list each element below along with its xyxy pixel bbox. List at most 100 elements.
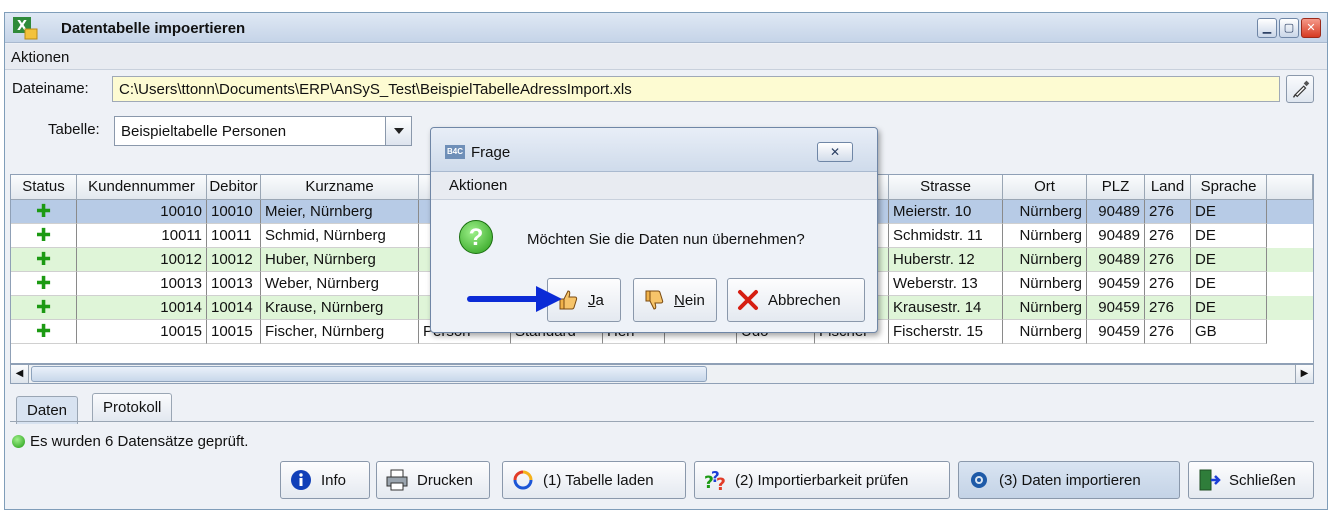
column-header[interactable]: Kundennummer <box>77 175 207 200</box>
column-header[interactable]: Status <box>11 175 77 200</box>
menu-bar: Aktionen <box>5 44 1327 70</box>
question-marks-icon: ? ? ? <box>704 468 726 492</box>
column-header[interactable]: Ort <box>1003 175 1087 200</box>
gear-icon <box>971 472 987 488</box>
app-badge-icon: B4C <box>445 145 465 159</box>
scroll-right-icon[interactable]: ▶ <box>1295 365 1313 383</box>
chevron-down-icon[interactable] <box>385 117 411 145</box>
table-cell: Schmidstr. 11 <box>889 224 1003 248</box>
dialog-title: Frage <box>471 144 511 161</box>
table-cell: DE <box>1191 296 1267 320</box>
table-cell: DE <box>1191 200 1267 224</box>
table-cell: 10013 <box>207 272 261 296</box>
horizontal-scrollbar[interactable]: ◀ ▶ <box>10 364 1314 384</box>
table-cell: 90489 <box>1087 248 1145 272</box>
dialog-menu-aktionen[interactable]: Aktionen <box>449 177 507 194</box>
status-message: Es wurden 6 Datensätze geprüft. <box>30 433 249 450</box>
info-label: Info <box>321 471 347 489</box>
table-cell: Nürnberg <box>1003 248 1087 272</box>
svg-text:?: ? <box>716 475 726 492</box>
filename-label: Dateiname: <box>12 80 89 97</box>
table-cell: 276 <box>1145 200 1191 224</box>
table-cell: 10011 <box>207 224 261 248</box>
thumbs-down-icon <box>645 290 664 310</box>
table-cell: Weberstr. 13 <box>889 272 1003 296</box>
table-cell: 10010 <box>207 200 261 224</box>
table-cell: Nürnberg <box>1003 296 1087 320</box>
dialog-title-bar: B4C Frage ✕ <box>431 128 877 172</box>
close-window-button[interactable]: ✕ <box>1301 18 1321 38</box>
printer-icon <box>386 469 408 491</box>
check-importability-label: (2) Importierbarkeit prüfen <box>735 471 909 489</box>
browse-file-button[interactable] <box>1286 75 1314 103</box>
window-title: Datentabelle impoertieren <box>61 20 246 37</box>
table-cell: 90459 <box>1087 320 1145 344</box>
yes-label: Ja <box>588 292 604 309</box>
column-header[interactable]: PLZ <box>1087 175 1145 200</box>
status-plus-icon: ✚ <box>35 225 52 245</box>
import-data-button[interactable]: (3) Daten importieren <box>958 461 1180 499</box>
status-plus-icon: ✚ <box>35 201 52 221</box>
table-cell: 276 <box>1145 320 1191 344</box>
info-button[interactable]: Info <box>280 461 370 499</box>
table-cell: 10015 <box>207 320 261 344</box>
dialog-question: Möchten Sie die Daten nun übernehmen? <box>527 231 805 248</box>
scroll-left-icon[interactable]: ◀ <box>11 365 29 383</box>
tab-divider <box>10 421 1314 422</box>
table-cell: Schmid, Nürnberg <box>261 224 419 248</box>
table-cell: Meierstr. 10 <box>889 200 1003 224</box>
tab-protokoll[interactable]: Protokoll <box>92 393 173 421</box>
table-cell: Krausestr. 14 <box>889 296 1003 320</box>
scrollbar-thumb[interactable] <box>31 366 707 382</box>
status-cell: ✚ <box>11 320 77 344</box>
table-cell: 276 <box>1145 296 1191 320</box>
table-cell: 10013 <box>77 272 207 296</box>
table-cell: Nürnberg <box>1003 224 1087 248</box>
table-cell: 10014 <box>207 296 261 320</box>
column-header[interactable]: Strasse <box>889 175 1003 200</box>
cancel-button[interactable]: Abbrechen <box>727 278 865 322</box>
yes-label-rest: a <box>595 291 604 309</box>
load-table-button[interactable]: (1) Tabelle laden <box>502 461 686 499</box>
no-label: Nein <box>674 292 705 309</box>
table-cell: 10012 <box>207 248 261 272</box>
refresh-icon <box>513 470 533 490</box>
table-cell: Fischerstr. 15 <box>889 320 1003 344</box>
status-cell: ✚ <box>11 248 77 272</box>
dialog-menu-bar: Aktionen <box>431 172 877 200</box>
cancel-label: Abbrechen <box>768 291 841 309</box>
title-bar: X Datentabelle impoertieren ▁ ▢ ✕ <box>5 13 1327 43</box>
load-table-label: (1) Tabelle laden <box>543 471 654 489</box>
column-header[interactable]: Sprache <box>1191 175 1267 200</box>
menu-aktionen[interactable]: Aktionen <box>11 49 69 66</box>
check-importability-button[interactable]: ? ? ? (2) Importierbarkeit prüfen <box>694 461 950 499</box>
status-ok-icon <box>12 435 25 448</box>
status-cell: ✚ <box>11 272 77 296</box>
no-button[interactable]: Nein <box>633 278 717 322</box>
maximize-button[interactable]: ▢ <box>1279 18 1299 38</box>
tab-daten[interactable]: Daten <box>16 396 79 424</box>
table-cell: Nürnberg <box>1003 320 1087 344</box>
import-data-label: (3) Daten importieren <box>999 471 1141 489</box>
table-cell: Weber, Nürnberg <box>261 272 419 296</box>
table-select-value: Beispieltabelle Personen <box>121 123 287 140</box>
close-button[interactable]: Schließen <box>1188 461 1314 499</box>
spreadsheet-import-icon: X <box>13 17 38 40</box>
column-header[interactable]: Kurzname <box>261 175 419 200</box>
table-cell: Fischer, Nürnberg <box>261 320 419 344</box>
table-cell: 276 <box>1145 224 1191 248</box>
filename-field[interactable]: C:\Users\ttonn\Documents\ERP\AnSyS_Test\… <box>112 76 1280 102</box>
table-cell: GB <box>1191 320 1267 344</box>
info-icon <box>291 470 311 490</box>
table-cell: Huberstr. 12 <box>889 248 1003 272</box>
column-header[interactable]: Land <box>1145 175 1191 200</box>
table-cell: Huber, Nürnberg <box>261 248 419 272</box>
minimize-button[interactable]: ▁ <box>1257 18 1277 38</box>
table-cell: 90459 <box>1087 272 1145 296</box>
question-icon: ? <box>459 220 493 254</box>
table-select[interactable]: Beispieltabelle Personen <box>114 116 412 146</box>
column-header[interactable]: Debitor <box>207 175 261 200</box>
annotation-arrow-icon <box>467 286 562 312</box>
print-button[interactable]: Drucken <box>376 461 490 499</box>
dialog-close-button[interactable]: ✕ <box>817 142 853 162</box>
